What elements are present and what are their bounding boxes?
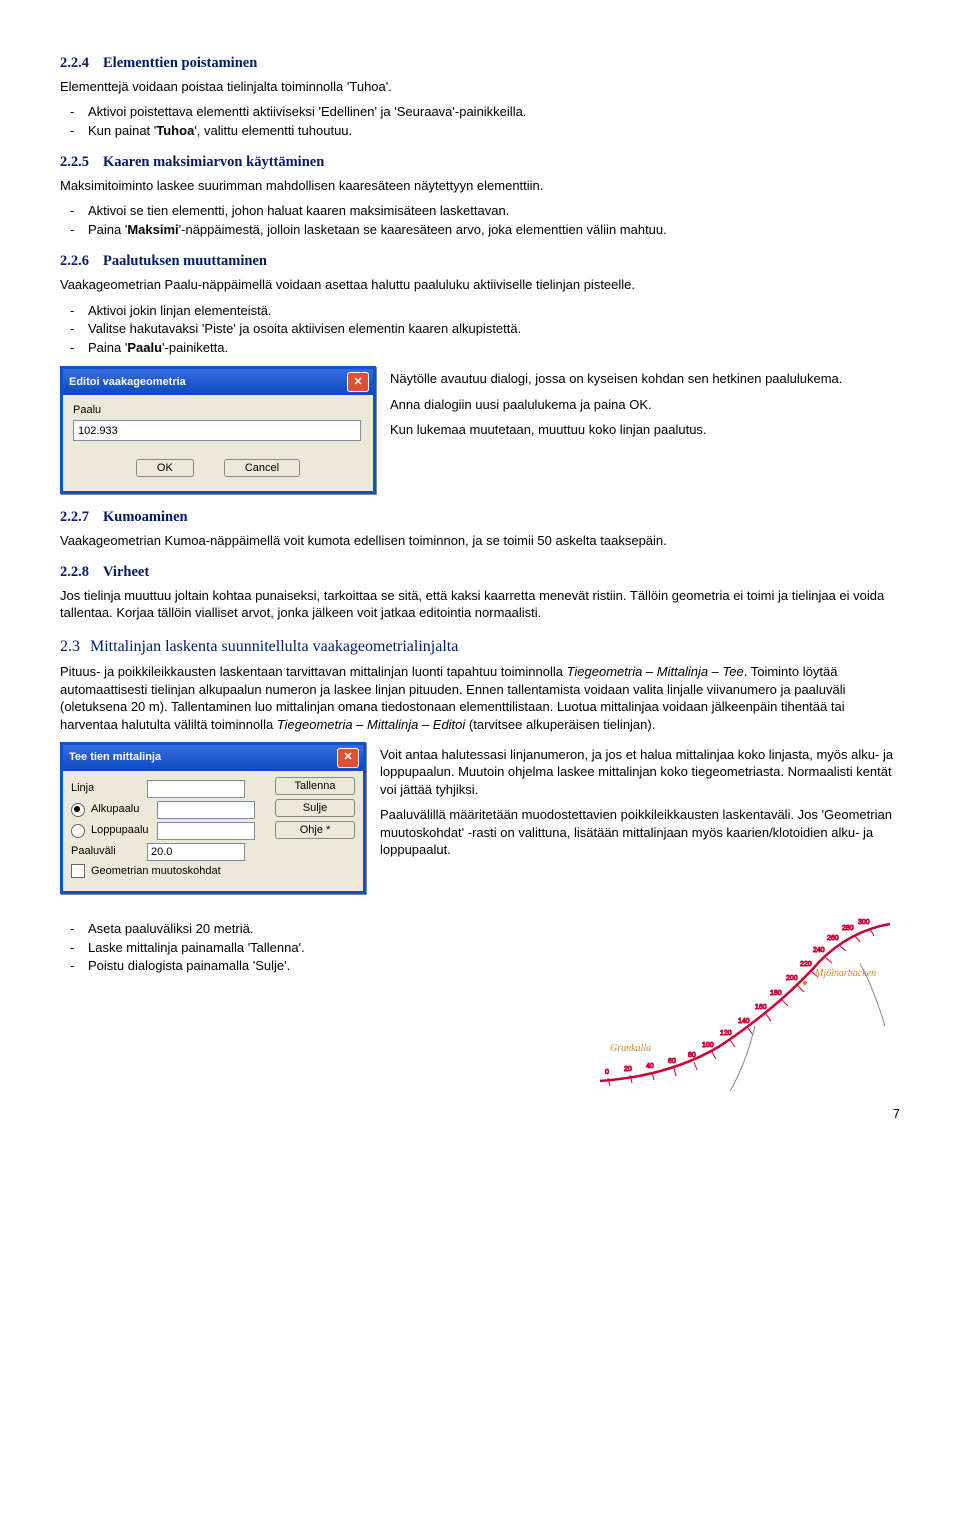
- cancel-button[interactable]: Cancel: [224, 459, 300, 477]
- svg-text:100: 100: [702, 1042, 714, 1049]
- field-label-paaluvali: Paaluväli: [71, 844, 141, 859]
- dialog-title: Tee tien mittalinja: [69, 750, 161, 765]
- paaluvali-input[interactable]: [147, 843, 245, 861]
- list-item: Kun painat 'Tuhoa', valittu elementti tu…: [60, 122, 900, 140]
- svg-text:200: 200: [786, 975, 798, 982]
- para-23-intro: Pituus- ja poikkileikkausten laskentaan …: [60, 663, 900, 733]
- field-label-linja: Linja: [71, 781, 141, 796]
- list-224: Aktivoi poistettava elementti aktiivisek…: [60, 103, 900, 139]
- para-226: Vaakageometrian Paalu-näppäimellä voidaa…: [60, 276, 900, 294]
- heading-228: 2.2.8Virheet: [60, 563, 900, 583]
- radio-loppupaalu[interactable]: [71, 824, 85, 838]
- svg-text:160: 160: [755, 1004, 767, 1011]
- centerline-desc-2: Paaluvälillä määritetään muodostettavien…: [380, 806, 900, 859]
- list-bottom: Aseta paaluväliksi 20 metriä. Laske mitt…: [60, 920, 576, 975]
- svg-text:120: 120: [720, 1030, 732, 1037]
- paalu-input[interactable]: [73, 420, 361, 441]
- tallenna-button[interactable]: Tallenna: [275, 777, 355, 795]
- para-227: Vaakageometrian Kumoa-näppäimellä voit k…: [60, 532, 900, 550]
- para-228: Jos tielinja muuttuu joltain kohtaa puna…: [60, 587, 900, 622]
- centerline-desc-1: Voit antaa halutessasi linjanumeron, ja …: [380, 746, 900, 799]
- svg-text:0: 0: [605, 1069, 609, 1076]
- list-item: Aktivoi se tien elementti, johon haluat …: [60, 202, 900, 220]
- titlebar: Editoi vaakageometria ✕: [63, 369, 373, 395]
- checkbox-geom-changes[interactable]: [71, 864, 85, 878]
- svg-text:140: 140: [738, 1018, 750, 1025]
- svg-text:180: 180: [770, 990, 782, 997]
- list-item: Paina 'Maksimi'-näppäimestä, jolloin las…: [60, 221, 900, 239]
- sulje-button[interactable]: Sulje: [275, 799, 355, 817]
- dialog-desc-1: Näytölle avautuu dialogi, jossa on kysei…: [390, 370, 900, 388]
- dialog-desc-2: Anna dialogiin uusi paalulukema ja paina…: [390, 396, 900, 414]
- list-item: Laske mittalinja painamalla 'Tallenna'.: [60, 939, 576, 957]
- heading-226: 2.2.6Paalutuksen muuttaminen: [60, 252, 900, 272]
- svg-text:240: 240: [813, 947, 825, 954]
- svg-text:280: 280: [842, 925, 854, 932]
- list-item: Paina 'Paalu'-painiketta.: [60, 339, 900, 357]
- svg-text:300: 300: [858, 919, 870, 926]
- svg-text:220: 220: [800, 961, 812, 968]
- svg-text:260: 260: [827, 935, 839, 942]
- heading-224: 2.2.4Elementtien poistaminen: [60, 54, 900, 74]
- heading-225: 2.2.5Kaaren maksimiarvon käyttäminen: [60, 153, 900, 173]
- dialog-title: Editoi vaakageometria: [69, 375, 186, 390]
- list-226: Aktivoi jokin linjan elementeistä. Valit…: [60, 302, 900, 357]
- dialog-edit-horizontal-geometry: Editoi vaakageometria ✕ Paalu OK Cancel: [60, 366, 376, 494]
- para-224: Elementtejä voidaan poistaa tielinjalta …: [60, 78, 900, 96]
- radio-alkupaalu[interactable]: [71, 803, 85, 817]
- svg-text:20: 20: [624, 1066, 632, 1073]
- dialog-desc-3: Kun lukemaa muutetaan, muuttuu koko linj…: [390, 421, 900, 439]
- heading-227: 2.2.7Kumoaminen: [60, 508, 900, 528]
- heading-23: 2.3Mittalinjan laskenta suunnitellulta v…: [60, 636, 900, 658]
- close-icon[interactable]: ✕: [347, 372, 369, 392]
- svg-text:40: 40: [646, 1063, 654, 1070]
- page-number: 7: [60, 1105, 900, 1123]
- list-225: Aktivoi se tien elementti, johon haluat …: [60, 202, 900, 238]
- ohje-button[interactable]: Ohje *: [275, 821, 355, 839]
- list-item: Poistu dialogista painamalla 'Sulje'.: [60, 957, 576, 975]
- linja-input[interactable]: [147, 780, 245, 798]
- close-icon[interactable]: ✕: [337, 748, 359, 768]
- map-label-grankulla: Grankulla: [610, 1043, 651, 1054]
- list-item: Valitse hakutavaksi 'Piste' ja osoita ak…: [60, 320, 900, 338]
- para-225: Maksimitoiminto laskee suurimman mahdoll…: [60, 177, 900, 195]
- alkupaalu-input[interactable]: [157, 801, 255, 819]
- checkbox-label-geom: Geometrian muutoskohdat: [91, 864, 221, 879]
- map-illustration: 0 20 40 60 80 100 120 140 160 180 200 22…: [590, 916, 900, 1091]
- field-label-paalu: Paalu: [73, 403, 363, 418]
- svg-text:60: 60: [668, 1058, 676, 1065]
- svg-text:80: 80: [688, 1052, 696, 1059]
- titlebar: Tee tien mittalinja ✕: [63, 745, 363, 771]
- loppupaalu-input[interactable]: [157, 822, 255, 840]
- list-item: Aseta paaluväliksi 20 metriä.: [60, 920, 576, 938]
- dialog-create-centerline: Tee tien mittalinja ✕ Linja Alkupaalu Lo…: [60, 742, 366, 895]
- list-item: Aktivoi jokin linjan elementeistä.: [60, 302, 900, 320]
- ok-button[interactable]: OK: [136, 459, 194, 477]
- list-item: Aktivoi poistettava elementti aktiivisek…: [60, 103, 900, 121]
- radio-label-loppupaalu: Loppupaalu: [91, 823, 151, 838]
- radio-label-alkupaalu: Alkupaalu: [91, 802, 151, 817]
